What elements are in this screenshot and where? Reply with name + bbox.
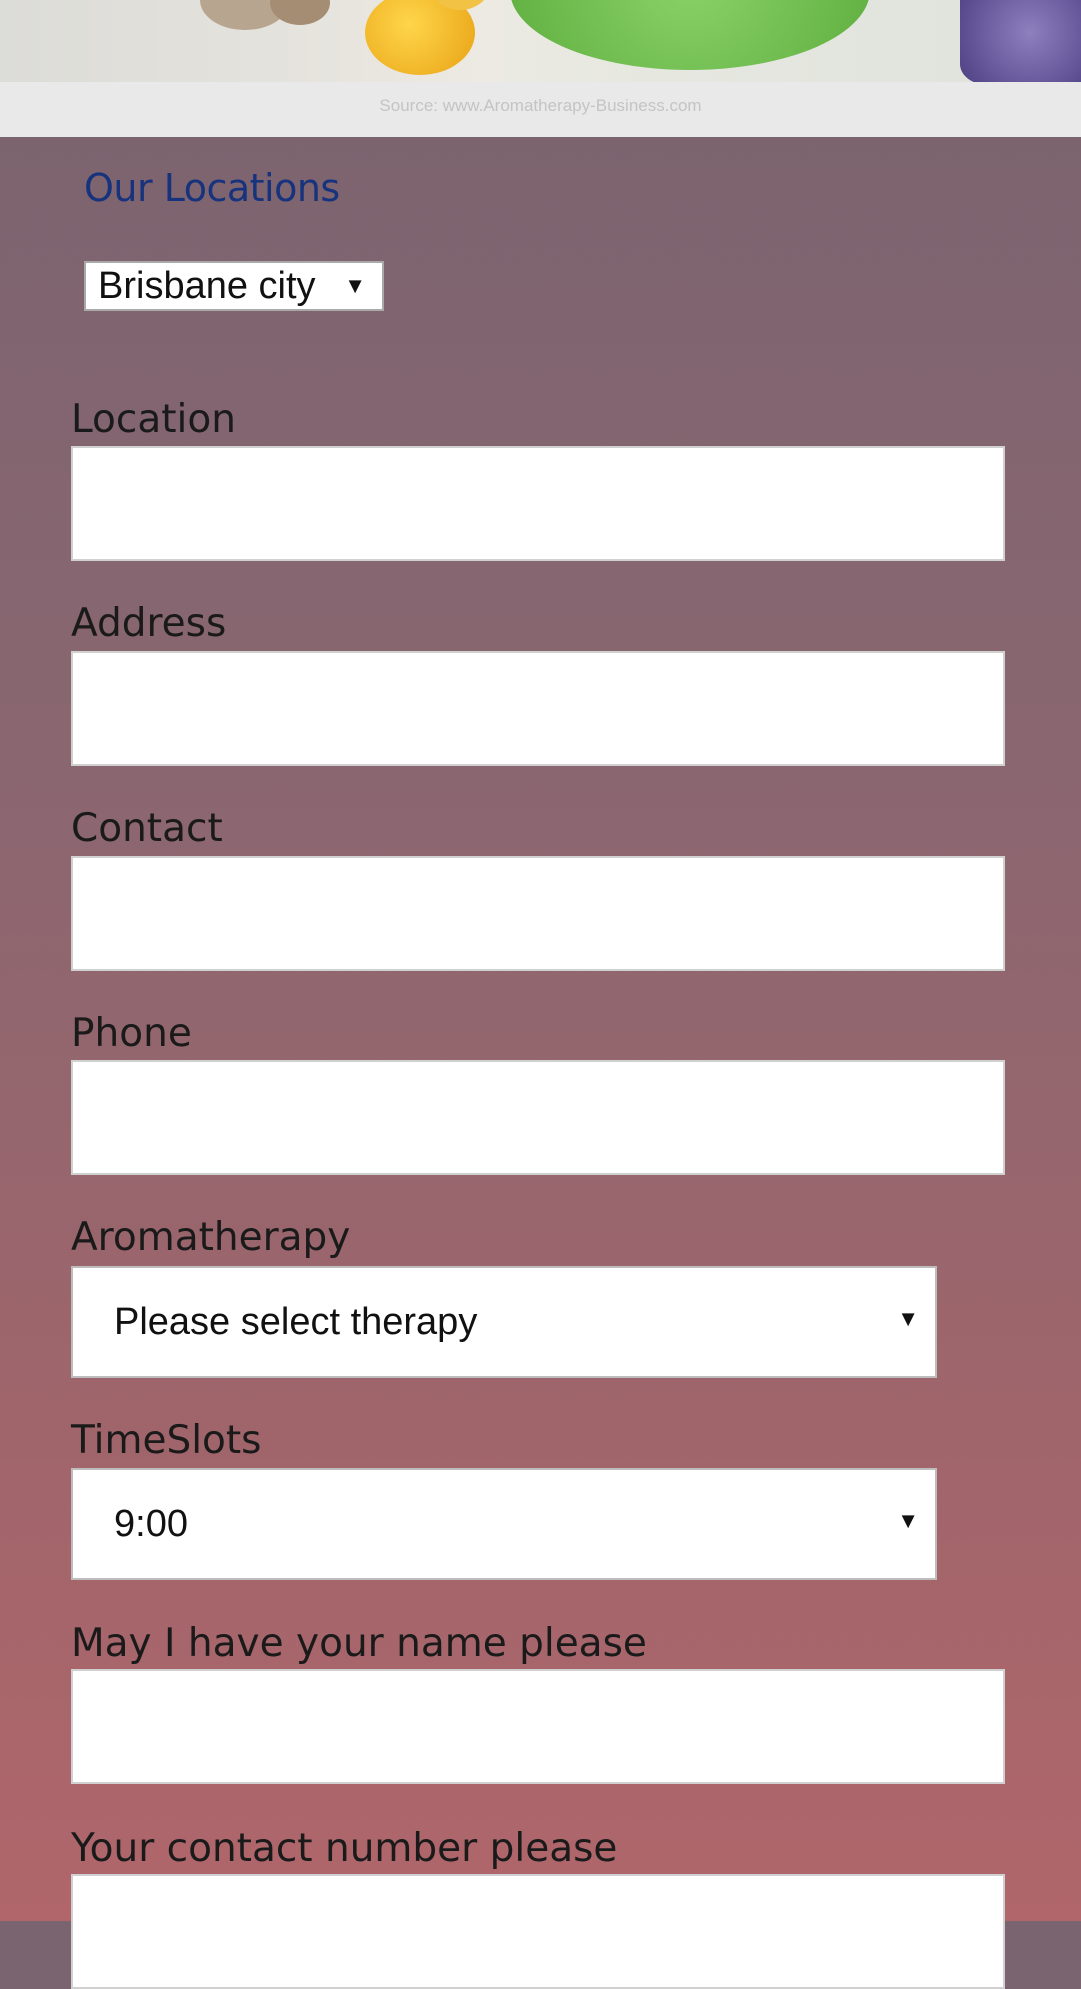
contact-label: Contact [71, 806, 223, 851]
caret-down-icon: ▼ [897, 1306, 919, 1331]
name-input[interactable] [71, 1669, 1005, 1784]
name-label: May I have your name please [71, 1621, 647, 1666]
timeslots-label: TimeSlots [71, 1418, 262, 1463]
caret-down-icon: ▼ [897, 1508, 919, 1533]
timeslots-select[interactable]: 9:00 ▼ [71, 1468, 937, 1580]
contact-number-label: Your contact number please [71, 1826, 618, 1871]
banner-image [0, 0, 1081, 82]
caret-down-icon: ▼ [344, 273, 366, 298]
contact-input[interactable] [71, 856, 1005, 971]
phone-input[interactable] [71, 1060, 1005, 1175]
lavender-decoration [960, 0, 1081, 82]
contact-number-input[interactable] [71, 1874, 1005, 1989]
phone-label: Phone [71, 1011, 192, 1056]
oil-capsule-decoration [365, 0, 475, 75]
leaf-decoration [510, 0, 870, 70]
page-title: Our Locations [84, 166, 340, 210]
aromatherapy-select[interactable]: Please select therapy ▼ [71, 1266, 937, 1378]
address-label: Address [71, 601, 227, 646]
aromatherapy-select-value: Please select therapy [114, 1300, 478, 1343]
location-label: Location [71, 397, 236, 442]
city-select[interactable]: Brisbane city ▼ [84, 261, 384, 311]
city-select-value: Brisbane city [98, 264, 316, 307]
aromatherapy-label: Aromatherapy [71, 1215, 351, 1260]
timeslots-select-value: 9:00 [114, 1502, 188, 1545]
location-input[interactable] [71, 446, 1005, 561]
image-source-caption: Source: www.Aromatherapy-Business.com [379, 96, 702, 115]
address-input[interactable] [71, 651, 1005, 766]
seed-decoration [270, 0, 330, 25]
header-banner: Source: www.Aromatherapy-Business.com [0, 0, 1081, 137]
